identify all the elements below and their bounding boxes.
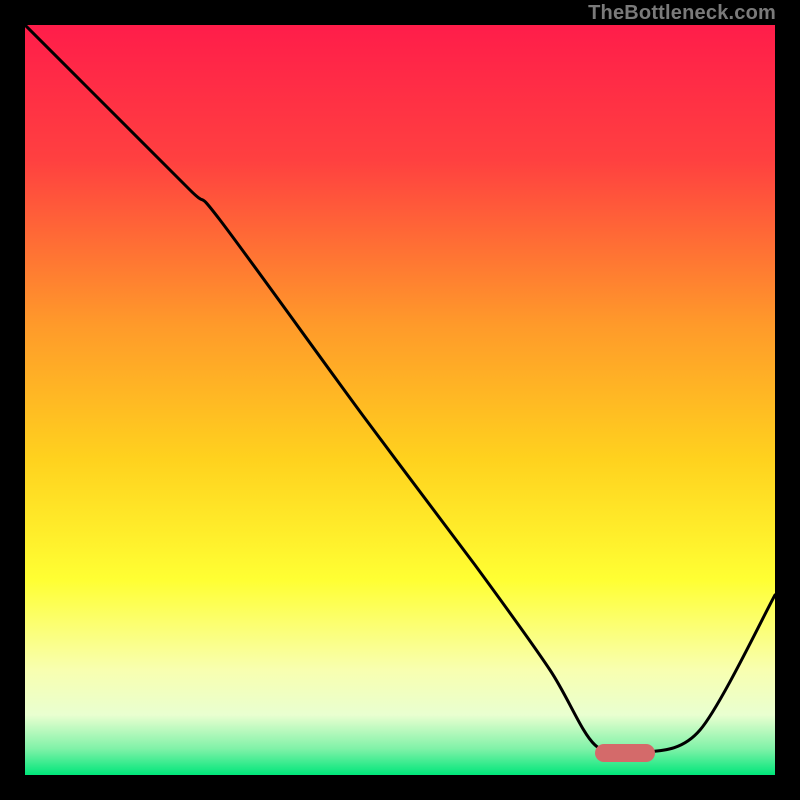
- watermark-text: TheBottleneck.com: [588, 2, 776, 25]
- chart-frame: TheBottleneck.com: [0, 0, 800, 800]
- plot-area: [25, 25, 775, 775]
- bottleneck-curve: [25, 25, 775, 775]
- curve-path: [25, 25, 775, 754]
- optimal-marker: [595, 744, 655, 762]
